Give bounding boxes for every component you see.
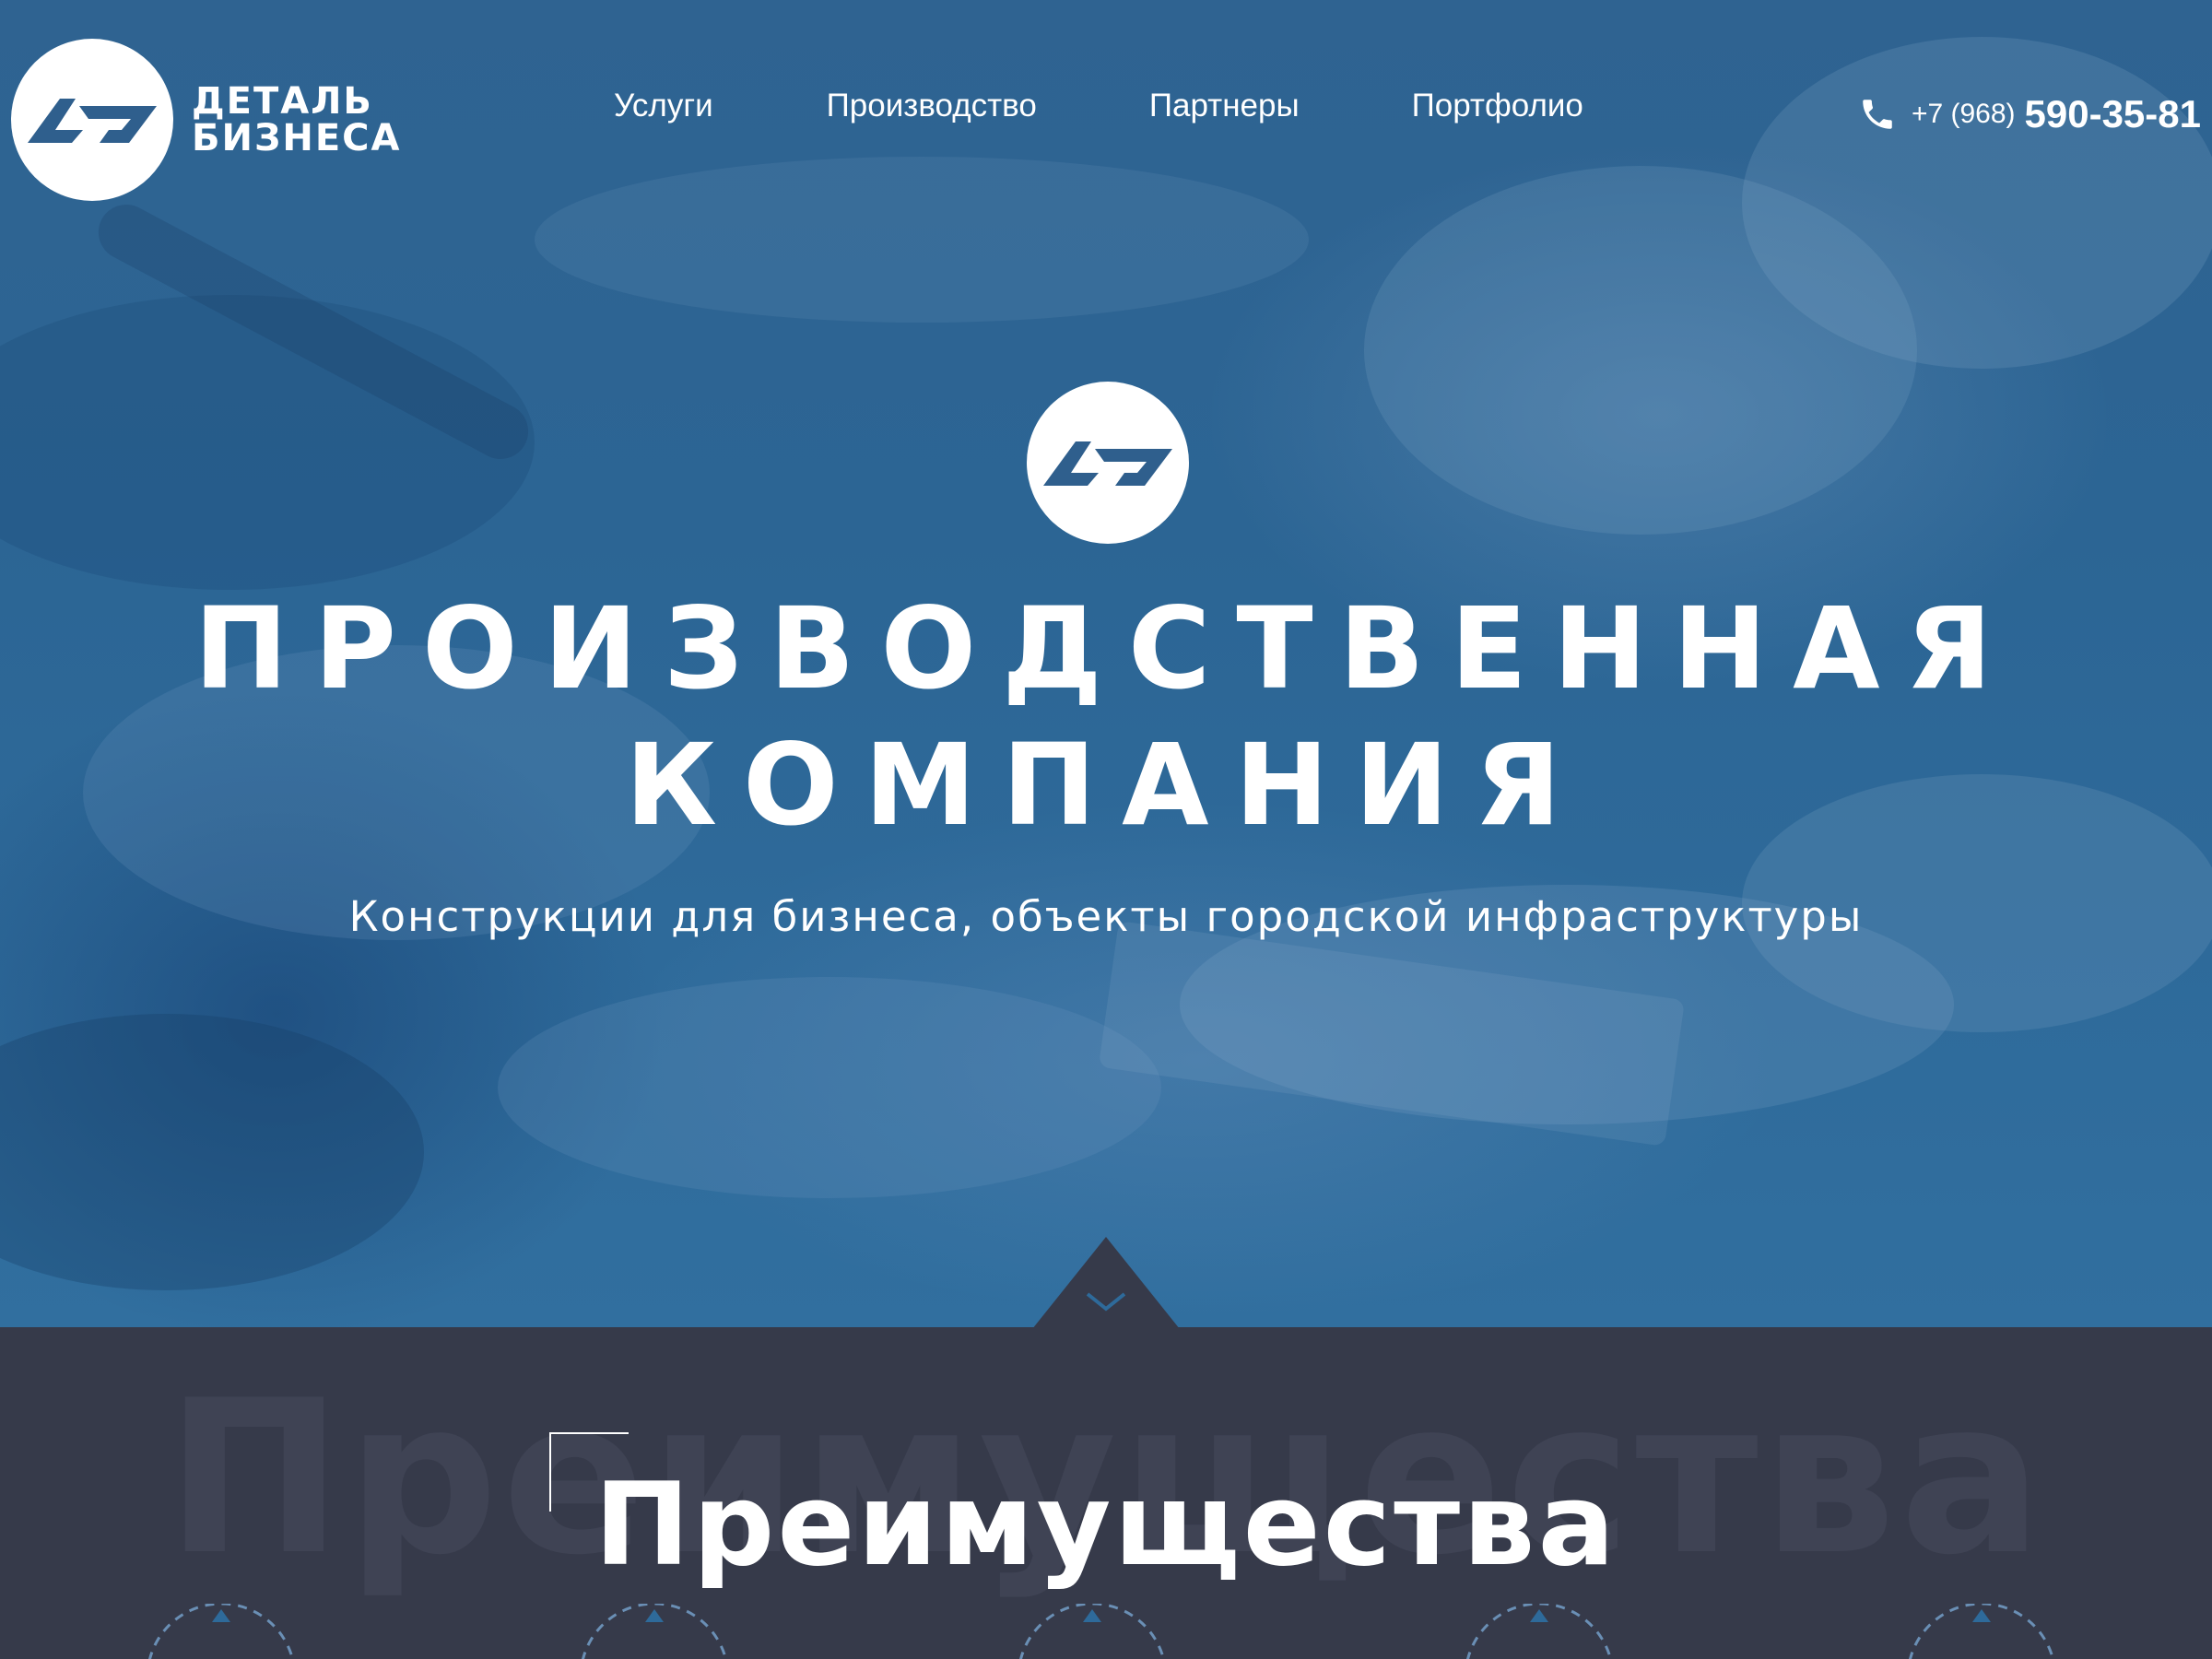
site-logo[interactable]: ДЕТАЛЬ БИЗНЕСА xyxy=(11,37,417,203)
phone-number: 590-35-81 xyxy=(2024,92,2201,135)
hero-logo-mark-icon xyxy=(1027,382,1189,544)
logo-mark-icon xyxy=(11,39,173,201)
main-nav: Услуги Производство Партнеры Портфолио xyxy=(571,88,1696,124)
advantages-section: Преимущества Преимущества xyxy=(0,1327,2212,1659)
advantage-icon-2 xyxy=(582,1604,727,1659)
nav-item-production[interactable]: Производство xyxy=(827,88,1037,124)
advantage-icon-1 xyxy=(148,1604,294,1659)
advantage-icon-5 xyxy=(1909,1604,2054,1659)
logo-wordmark: ДЕТАЛЬ БИЗНЕСА xyxy=(192,80,402,159)
phone-link[interactable]: +7 (968) 590-35-81 xyxy=(1858,92,2201,136)
nav-item-partners[interactable]: Партнеры xyxy=(1149,88,1300,124)
hero-title: ПРОИЗВОДСТВЕННАЯ КОМПАНИЯ xyxy=(194,583,2018,851)
nav-item-services[interactable]: Услуги xyxy=(614,88,713,124)
hero-subtitle: Конструкции для бизнеса, объекты городск… xyxy=(348,892,1864,941)
scroll-down-button[interactable] xyxy=(1032,1237,1180,1327)
hero-section: ДЕТАЛЬ БИЗНЕСА Услуги Производство Партн… xyxy=(0,0,2212,1327)
advantages-title: Преимущества xyxy=(594,1459,1618,1592)
phone-icon xyxy=(1863,100,1892,129)
phone-prefix: +7 (968) xyxy=(1911,99,2016,129)
advantage-icon-3 xyxy=(1019,1604,1165,1659)
advantage-icon-4 xyxy=(1466,1604,1612,1659)
nav-item-portfolio[interactable]: Портфолио xyxy=(1412,88,1583,124)
